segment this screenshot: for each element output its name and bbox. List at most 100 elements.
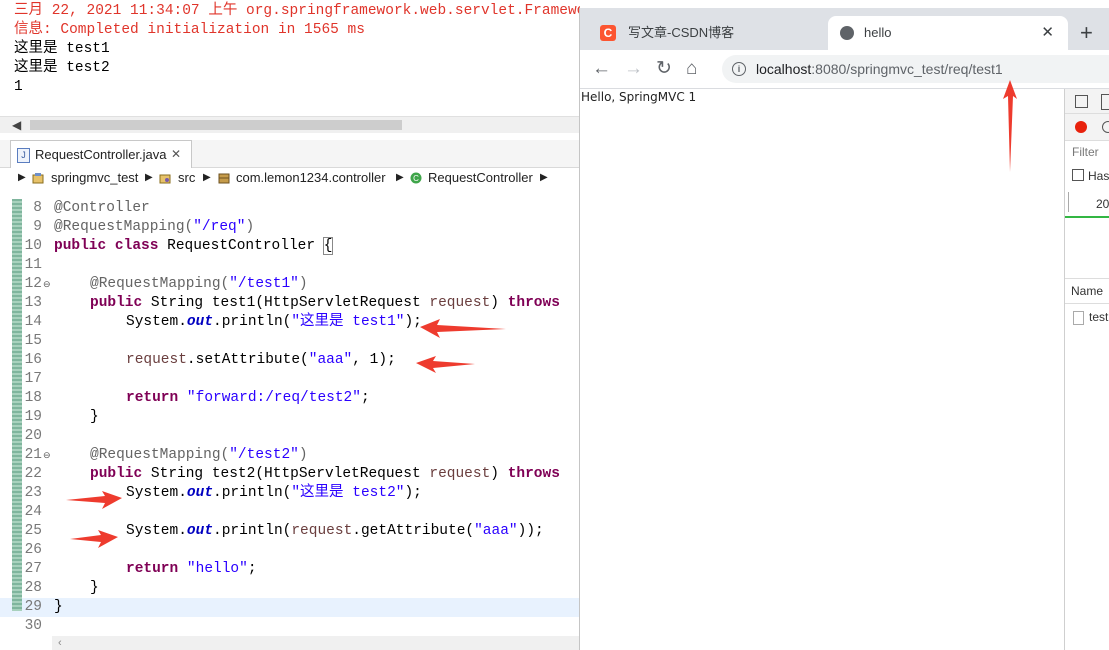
scroll-left-icon[interactable]: ‹: [58, 636, 62, 650]
line-number: 21: [24, 447, 42, 463]
code-line: public String test1(HttpServletRequest r…: [90, 295, 560, 311]
console-line: 1: [14, 79, 23, 95]
forward-icon[interactable]: →: [624, 56, 643, 82]
breadcrumb: ▶ springmvc_test ▶ src ▶ com.lemon1234.c…: [0, 167, 580, 189]
code-line: }: [90, 409, 99, 425]
code-line: return "forward:/req/test2";: [126, 390, 370, 406]
timeline-label: 20: [1096, 197, 1109, 211]
line-number: 14: [24, 314, 42, 330]
fold-toggle-icon[interactable]: ⊖: [43, 275, 51, 294]
checkbox[interactable]: [1072, 169, 1084, 181]
devtools-toolbar: [1065, 89, 1109, 114]
line-number: 26: [24, 542, 42, 558]
page-viewport: Hello, SpringMVC 1: [580, 89, 1064, 650]
column-header-name[interactable]: Name: [1065, 278, 1109, 304]
url-text: localhost:8080/springmvc_test/req/test1: [756, 61, 1003, 77]
line-number: 13: [24, 295, 42, 311]
line-number: 29: [24, 599, 42, 615]
code-editor[interactable]: 7 8 9 10 11 12 13 14 15 16 17 18 19 20 2…: [0, 189, 580, 650]
console-line: 信息: Completed initialization in 1565 ms: [14, 22, 365, 38]
code-line: System.out.println(request.getAttribute(…: [126, 523, 544, 539]
timeline-divider: [1068, 192, 1069, 212]
has-checkbox-row[interactable]: Has: [1072, 169, 1109, 183]
csdn-favicon-icon: C: [600, 25, 616, 41]
line-number: 28: [24, 580, 42, 596]
device-toggle-icon[interactable]: [1101, 94, 1109, 110]
line-number: 15: [24, 333, 42, 349]
code-line: System.out.println("这里是 test2");: [126, 485, 422, 501]
home-icon[interactable]: ⌂: [686, 56, 697, 82]
breadcrumb-src[interactable]: src: [178, 167, 195, 189]
editor-tab-bar: J RequestController.java ✕: [0, 140, 580, 168]
change-ruler: [12, 199, 22, 611]
package-icon: [218, 167, 230, 189]
line-number: 24: [24, 504, 42, 520]
line-number: 11: [24, 257, 42, 273]
browser-tab-label: hello: [864, 25, 892, 40]
line-number: 8: [33, 200, 42, 216]
close-icon[interactable]: ✕: [171, 141, 181, 168]
browser-tab-strip: C 写文章-CSDN博客 hello ✕ +: [580, 8, 1109, 50]
back-icon[interactable]: ←: [592, 56, 611, 82]
code-line: @RequestMapping("/test2"): [90, 447, 308, 463]
address-bar[interactable]: i localhost:8080/springmvc_test/req/test…: [722, 55, 1109, 83]
class-icon: C: [410, 167, 422, 189]
browser-tab-hello[interactable]: hello ✕: [828, 16, 1068, 50]
timeline-overview: 20: [1065, 192, 1109, 218]
breadcrumb-project[interactable]: springmvc_test: [51, 167, 138, 189]
line-number: 12: [24, 276, 42, 292]
chevron-right-icon[interactable]: ▶: [540, 167, 548, 189]
chevron-right-icon[interactable]: ▶: [396, 167, 404, 189]
chevron-right-icon[interactable]: ▶: [203, 167, 211, 189]
svg-text:C: C: [413, 174, 419, 183]
scrollbar-thumb[interactable]: [30, 120, 402, 130]
line-number: 18: [24, 390, 42, 406]
code-line: request.setAttribute("aaa", 1);: [126, 352, 396, 368]
line-number: 10: [24, 238, 42, 254]
filter-input[interactable]: Filter: [1072, 145, 1099, 159]
source-folder-icon: [159, 167, 171, 189]
chevron-right-icon[interactable]: ▶: [145, 167, 153, 189]
page-body-text: Hello, SpringMVC 1: [581, 90, 697, 104]
browser-tab-csdn[interactable]: C 写文章-CSDN博客: [586, 16, 822, 50]
clear-icon[interactable]: [1102, 121, 1109, 133]
browser-window: C 写文章-CSDN博客 hello ✕ + ← → ↻ ⌂ i localho…: [579, 8, 1109, 650]
console-line: 三月 22, 2021 11:34:07 上午 org.springframew…: [14, 3, 580, 19]
code-line: @RequestMapping("/req"): [54, 219, 255, 235]
line-number: 9: [33, 219, 42, 235]
line-number: 27: [24, 561, 42, 577]
console-line: 这里是 test1: [14, 41, 110, 57]
browser-tab-label: 写文章-CSDN博客: [628, 25, 735, 40]
scroll-left-icon[interactable]: ◀: [12, 117, 21, 133]
chevron-right-icon[interactable]: ▶: [18, 167, 26, 189]
code-line: return "hello";: [126, 561, 257, 577]
record-icon[interactable]: [1075, 121, 1087, 133]
document-icon: [1073, 311, 1084, 325]
line-number: 22: [24, 466, 42, 482]
line-number: 7: [22, 189, 42, 196]
reload-icon[interactable]: ↻: [656, 56, 672, 82]
code-line: @RequestMapping("/test1"): [90, 276, 308, 292]
editor-tab-requestcontroller[interactable]: J RequestController.java ✕: [10, 140, 192, 168]
breadcrumb-package[interactable]: com.lemon1234.controller: [236, 167, 386, 189]
network-toolbar: [1065, 114, 1109, 141]
info-icon[interactable]: i: [732, 62, 746, 76]
browser-toolbar: ← → ↻ ⌂ i localhost:8080/springmvc_test/…: [580, 50, 1109, 89]
code-line: }: [54, 599, 63, 615]
network-request-row[interactable]: test: [1089, 310, 1108, 324]
code-line: }: [90, 580, 99, 596]
editor-horizontal-scrollbar[interactable]: ‹: [52, 636, 580, 650]
new-tab-button[interactable]: +: [1080, 18, 1093, 48]
line-number: 30: [24, 618, 42, 634]
breadcrumb-class[interactable]: RequestController: [428, 167, 533, 189]
line-number: 20: [24, 428, 42, 444]
globe-icon: [840, 26, 854, 40]
inspect-icon[interactable]: [1075, 95, 1088, 108]
fold-toggle-icon[interactable]: ⊖: [43, 446, 51, 465]
project-icon: [32, 167, 44, 189]
devtools-panel: Filter Has 20 Name test: [1064, 89, 1109, 650]
close-icon[interactable]: ✕: [1041, 16, 1054, 50]
editor-tab-label: RequestController.java: [35, 147, 167, 162]
console-horizontal-scrollbar[interactable]: ◀: [0, 116, 580, 133]
current-line-highlight: [0, 598, 580, 617]
